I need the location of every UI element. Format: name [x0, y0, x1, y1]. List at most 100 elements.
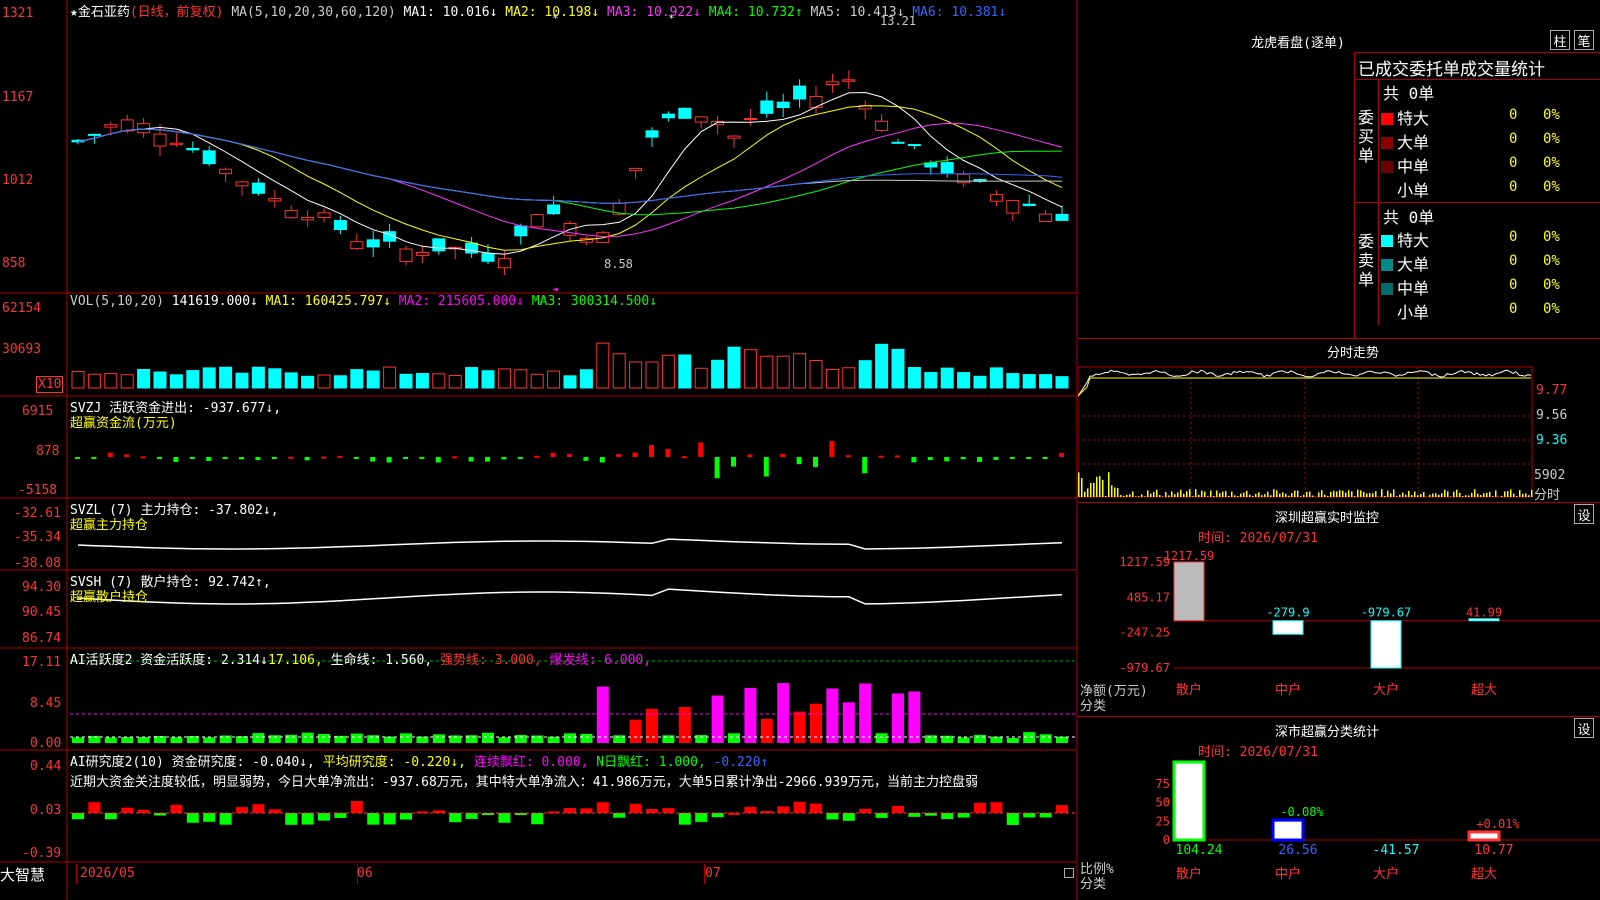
research-bar	[892, 805, 904, 813]
lock-icon[interactable]	[1064, 868, 1074, 878]
ts-volume-bar	[1183, 493, 1185, 497]
ts-volume-bar	[1162, 496, 1164, 497]
research-bar	[236, 807, 248, 813]
candle-body	[809, 95, 823, 109]
svzj-bar	[517, 457, 523, 459]
svzj-bar	[304, 457, 310, 461]
ts-volume-bar	[1117, 487, 1119, 497]
candle-body	[186, 148, 200, 151]
ts-volume-bar	[1084, 491, 1086, 497]
buy-row: 小单 0 0%	[1381, 177, 1600, 200]
research-bar	[793, 801, 806, 813]
svzl-line2: 超赢主力持仓	[70, 518, 149, 533]
svzl-axis-3: -38.08	[14, 556, 61, 571]
sell-pct: 0%	[1543, 229, 1560, 245]
svzj-bar	[862, 457, 868, 474]
candle-body	[235, 181, 249, 187]
ai-activity-bar	[301, 732, 314, 743]
candle-body	[497, 258, 511, 269]
research-bar	[810, 803, 822, 813]
candle-body	[153, 133, 167, 147]
buy-label: 特大	[1397, 109, 1430, 128]
ts-volume-bar	[1495, 490, 1497, 497]
ts-volume-bar	[1465, 495, 1467, 497]
volume-bar	[268, 368, 282, 389]
ts-volume-bar	[1282, 492, 1284, 497]
ts-volume-bar	[1171, 491, 1173, 497]
price-low-label: 8.58	[604, 257, 633, 271]
volume-bar	[579, 369, 593, 389]
svzj-bar	[911, 457, 917, 463]
res-red: 连续飘红: 0.000,	[473, 755, 589, 770]
ma-item-1: MA1: 10.016↓	[403, 5, 498, 20]
buy-pct: 0%	[1543, 131, 1560, 147]
ai2-title-row: AI活跃度2 资金活跃度: 2.314↓17.106, 生命线: 1.560, …	[70, 649, 651, 668]
svzj-bar	[124, 454, 130, 457]
volume-bar	[629, 361, 643, 389]
classify-settings-button[interactable]: 设	[1574, 718, 1594, 738]
volume-bar	[793, 353, 807, 389]
svzj-bar	[75, 457, 80, 459]
ts-volume-bar	[1264, 494, 1266, 497]
ts-volume-bar	[1330, 491, 1332, 497]
svzj-bar	[91, 457, 97, 460]
tick-mode-button[interactable]: 笔	[1574, 30, 1594, 50]
sell-count: 0	[1509, 277, 1518, 293]
ts-volume-bar	[1168, 495, 1170, 497]
ts-volume-bar	[1135, 496, 1137, 497]
ts-volume-bar	[1198, 494, 1200, 497]
sell-count: 0	[1509, 253, 1518, 269]
ts-volume-bar	[1114, 487, 1116, 497]
ts-volume-bar	[1180, 489, 1182, 497]
svzj-bar	[599, 457, 605, 463]
monitor-settings-button[interactable]: 设	[1574, 504, 1594, 524]
classify-top-label: +0.01%	[1476, 817, 1520, 831]
candle-body	[432, 238, 446, 252]
candle-body	[989, 194, 1003, 202]
research-bar	[219, 813, 232, 825]
volume-bar	[120, 374, 134, 389]
ai-activity-bar	[613, 735, 626, 743]
svzj-bar	[895, 455, 900, 458]
monitor-bar-label: -279.9	[1266, 606, 1309, 620]
ts-volume-bar	[1078, 472, 1080, 497]
ts-volume-bar	[1165, 491, 1167, 497]
research-bar	[564, 808, 576, 813]
svzj-bar	[714, 457, 720, 479]
ts-volume-bar	[1300, 496, 1302, 497]
volume-bar	[563, 375, 577, 389]
stock-name[interactable]: 金石亚药	[78, 5, 130, 20]
ts-volume-bar	[1174, 494, 1176, 497]
ts-volume-bar	[1435, 493, 1437, 497]
sell-color-icon	[1381, 235, 1393, 247]
ai-activity-bar	[957, 737, 970, 743]
svzl-axis-1: -32.61	[14, 506, 61, 521]
ts-volume-bar	[1507, 491, 1509, 497]
research-bar	[383, 813, 396, 825]
research-bar	[186, 813, 199, 823]
ai2-label: AI活跃度2 资金活跃度:	[70, 653, 214, 668]
ai2-value1: 2.314↓	[220, 653, 268, 668]
period-label[interactable]: (日线，前复权)	[130, 5, 224, 20]
svzj-bar	[1026, 457, 1032, 459]
svzj-bar	[435, 457, 441, 463]
volume-bar	[251, 366, 265, 389]
ts-volume-bar	[1360, 490, 1362, 497]
monitor-axis-label: -247.25	[1119, 626, 1170, 640]
ts-volume-bar	[1474, 489, 1476, 497]
ts-volume-bar	[1138, 496, 1140, 497]
buy-color-icon	[1381, 161, 1393, 173]
monitor-axis-label: 485.17	[1127, 590, 1170, 604]
research-bar	[88, 802, 101, 813]
bar-mode-button[interactable]: 柱	[1550, 30, 1570, 50]
ts-volume-bar	[1477, 493, 1479, 497]
timeshare-chart[interactable]	[1078, 360, 1600, 500]
volume-bar	[678, 354, 692, 389]
ts-volume-bar	[1291, 492, 1293, 497]
research-bar	[350, 801, 363, 813]
ai-activity-bar	[367, 735, 380, 743]
research-bar	[1039, 813, 1052, 818]
ai-activity-bar	[990, 736, 1003, 743]
ai-activity-bar	[892, 693, 904, 743]
star-icon: ★	[70, 5, 78, 20]
